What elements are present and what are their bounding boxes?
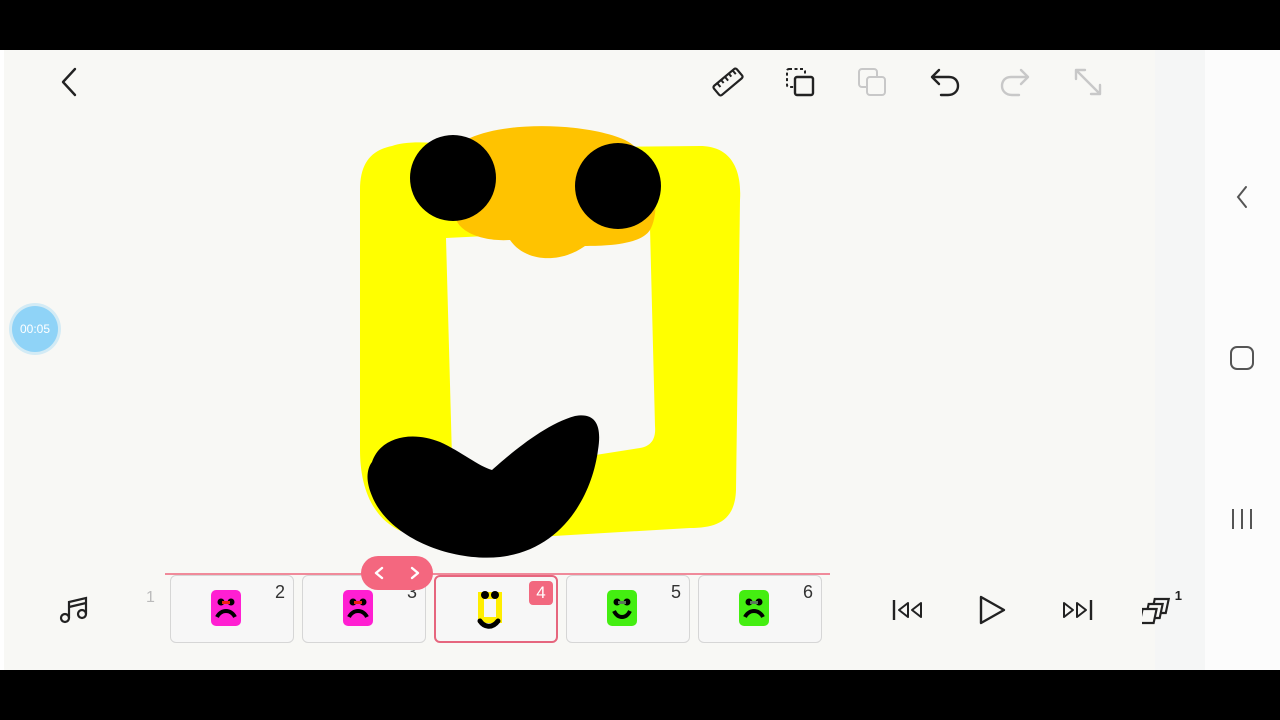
frame-preview <box>211 590 241 626</box>
recent-apps-icon <box>1232 509 1252 529</box>
recent-apps-button[interactable] <box>1220 497 1264 541</box>
music-button[interactable] <box>52 588 96 632</box>
frame-preview <box>343 590 373 626</box>
frame-number: 5 <box>670 582 681 602</box>
undo-icon <box>930 68 960 97</box>
frame-number: 2 <box>274 582 285 602</box>
copy-frame-button[interactable] <box>778 60 822 104</box>
paste-frame-button[interactable] <box>850 60 894 104</box>
chevron-left-icon <box>61 67 77 97</box>
left-eye <box>410 135 496 221</box>
chevron-left-icon <box>1236 186 1247 208</box>
frame-number: 6 <box>802 582 813 602</box>
layers-button[interactable]: 1 <box>1140 588 1184 632</box>
frame-thumbnail-active[interactable]: 4 <box>434 575 558 643</box>
copy-frame-icon <box>786 68 815 97</box>
skip-to-start-button[interactable] <box>886 588 930 632</box>
ruler-button[interactable] <box>706 60 750 104</box>
frame-timeline[interactable]: 1 2 3 4 5 6 <box>140 573 830 647</box>
chevron-right-icon <box>410 566 420 580</box>
frame-thumbnail[interactable]: 2 <box>170 575 294 643</box>
frame-thumbnail[interactable]: 1 <box>140 579 164 643</box>
side-panel-toggle[interactable] <box>1220 175 1264 219</box>
music-note-icon <box>59 596 88 624</box>
back-button[interactable] <box>47 60 91 104</box>
side-panel-strip <box>1155 50 1205 670</box>
ruler-icon <box>712 67 744 97</box>
play-button[interactable] <box>970 588 1014 632</box>
home-square-icon <box>1230 346 1254 370</box>
right-eye <box>575 143 661 229</box>
frame-preview <box>739 590 769 626</box>
layers-count: 1 <box>1174 588 1182 603</box>
time-badge[interactable]: 00:05 <box>12 306 58 352</box>
chevron-left-icon <box>374 566 384 580</box>
undo-button[interactable] <box>922 60 966 104</box>
expand-button[interactable] <box>1066 60 1110 104</box>
app-screen: 00:05 1 2 3 4 5 6 1 <box>0 50 1280 670</box>
frame-number: 4 <box>529 581 553 605</box>
skip-to-end-button[interactable] <box>1055 588 1099 632</box>
skip-to-start-icon <box>892 600 922 620</box>
redo-icon <box>1000 68 1030 97</box>
frame-thumbnail[interactable]: 5 <box>566 575 690 643</box>
play-icon <box>979 595 1006 625</box>
skip-to-end-icon <box>1063 600 1093 620</box>
paste-frame-icon <box>858 68 886 96</box>
frame-thumbnail[interactable]: 6 <box>698 575 822 643</box>
home-button[interactable] <box>1220 336 1264 380</box>
timeline-scroll-handle[interactable] <box>361 556 433 590</box>
redo-button[interactable] <box>994 60 1038 104</box>
frame-number: 1 <box>146 589 155 606</box>
frame-preview <box>607 590 637 626</box>
expand-icon <box>1074 68 1102 96</box>
frame-preview <box>477 591 502 629</box>
